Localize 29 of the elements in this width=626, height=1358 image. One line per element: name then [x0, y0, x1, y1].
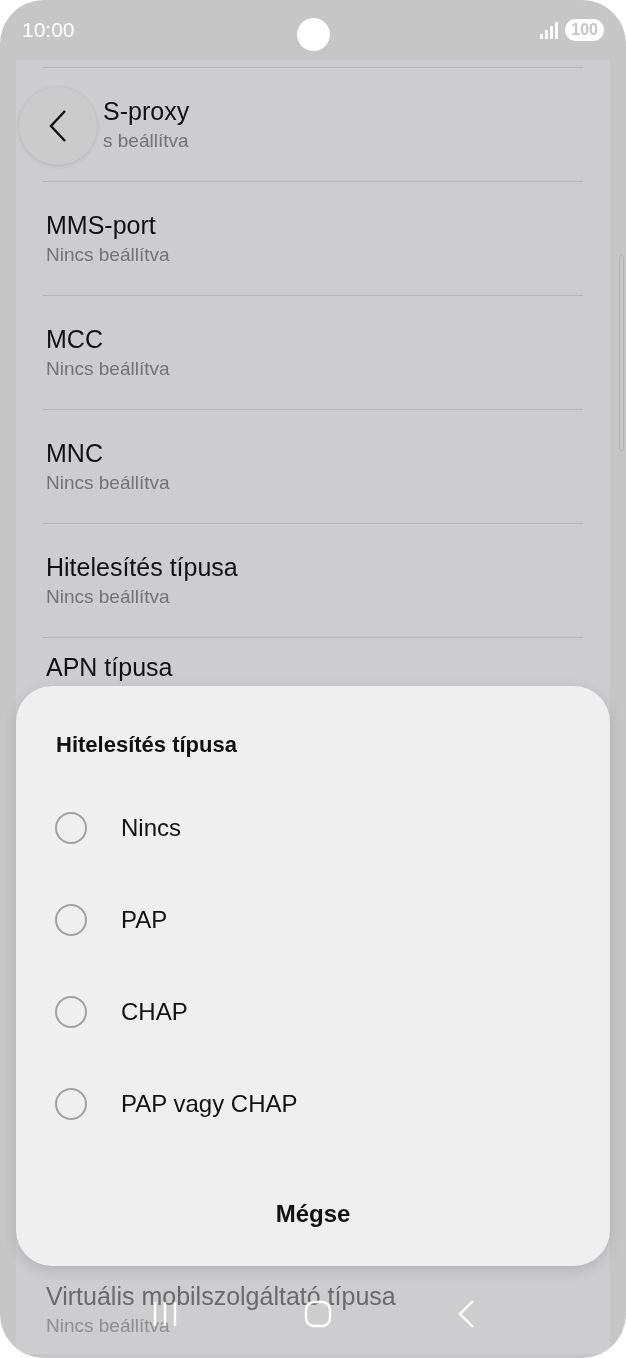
- setting-value: Nincs beállítva: [45, 1314, 170, 1338]
- setting-value: Nincs beállítva: [46, 356, 170, 381]
- camera-cutout: [297, 18, 330, 51]
- clock-time: 10:00: [22, 17, 75, 44]
- setting-title: MMS-port: [46, 209, 156, 241]
- radio-button[interactable]: [55, 812, 87, 844]
- back-icon[interactable]: [457, 1299, 476, 1329]
- radio-option[interactable]: PAP vagy CHAP: [40, 1058, 586, 1150]
- setting-title: APN típusa: [46, 652, 173, 683]
- setting-value: Nincs beállítva: [46, 242, 170, 267]
- setting-title: MCC: [46, 323, 103, 355]
- setting-title: S-proxy: [103, 95, 190, 127]
- radio-button[interactable]: [55, 1088, 87, 1120]
- dialog-title: Hitelesítés típusa: [55, 731, 238, 759]
- radio-option[interactable]: CHAP: [40, 966, 586, 1058]
- radio-button[interactable]: [55, 904, 87, 936]
- back-icon: [48, 109, 68, 143]
- battery-level: 100: [565, 19, 604, 41]
- radio-button[interactable]: [55, 996, 87, 1028]
- setting-title: Virtuális mobilszolgáltató típusa: [45, 1281, 396, 1312]
- cancel-button[interactable]: Mégse: [255, 1190, 371, 1238]
- setting-value: s beállítva: [103, 128, 189, 153]
- signal-icon: [539, 20, 560, 40]
- setting-title: Hitelesítés típusa: [46, 551, 238, 583]
- setting-value: Nincs beállítva: [46, 470, 170, 495]
- setting-value: Nincs beállítva: [46, 584, 170, 609]
- radio-option[interactable]: Nincs: [40, 782, 586, 874]
- setting-title: MNC: [46, 437, 103, 469]
- radio-option[interactable]: PAP: [40, 874, 586, 966]
